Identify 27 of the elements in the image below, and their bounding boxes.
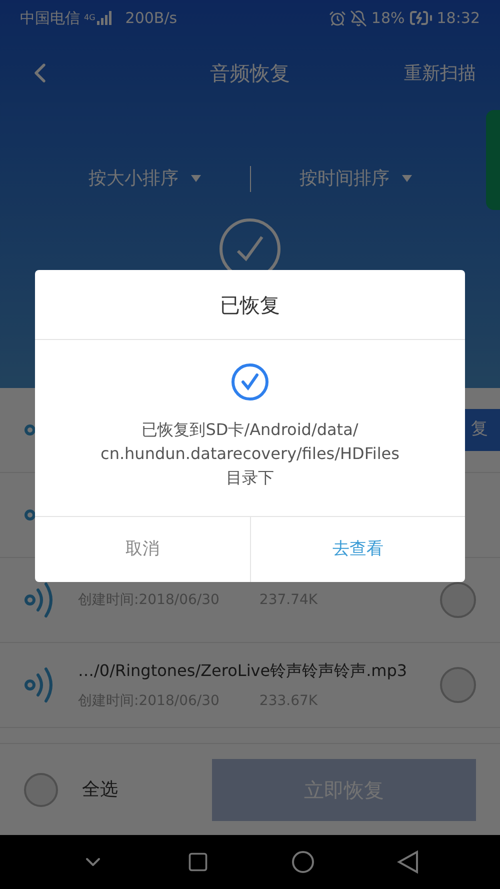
time-text: 18:32 xyxy=(436,8,480,29)
network-text: 4G xyxy=(84,14,96,22)
bell-off-icon xyxy=(350,10,368,26)
carrier-text: 中国电信 xyxy=(20,8,80,29)
sort-dropdown[interactable]: 按大小排序 xyxy=(88,165,200,192)
cancel-button[interactable]: 取消 xyxy=(35,517,250,582)
battery-text: 18% xyxy=(371,8,405,29)
dialog-title: 已恢复 xyxy=(220,292,280,318)
caret-icon xyxy=(190,175,200,182)
select-checkbox[interactable] xyxy=(440,667,476,703)
rescan-button[interactable]: 重新扫描 xyxy=(404,60,476,86)
speed-text: 200B/s xyxy=(125,8,178,29)
dialog-message: 已恢复到SD卡/Android/data/ cn.hundun.datarecovery/files/HDFiles 目录下 xyxy=(100,419,400,489)
caret-icon xyxy=(402,175,412,182)
check-circle-icon xyxy=(230,362,270,402)
select-checkbox[interactable] xyxy=(24,772,58,806)
select-checkbox[interactable] xyxy=(440,582,476,618)
recents-icon[interactable] xyxy=(187,851,209,873)
signal-icon xyxy=(97,11,114,25)
home-icon[interactable] xyxy=(291,850,315,874)
view-button[interactable]: 去查看 xyxy=(250,517,465,582)
alarm-icon xyxy=(329,10,346,26)
select-all-label: 全选 xyxy=(82,778,118,802)
file-name: …/0/Ringtones/ZeroLive铃声铃声铃声.mp3 xyxy=(78,660,408,682)
page-title: 音频恢复 xyxy=(210,60,290,87)
back-nav-icon[interactable] xyxy=(397,850,419,874)
sort-dropdown[interactable]: 按时间排序 xyxy=(300,165,412,192)
